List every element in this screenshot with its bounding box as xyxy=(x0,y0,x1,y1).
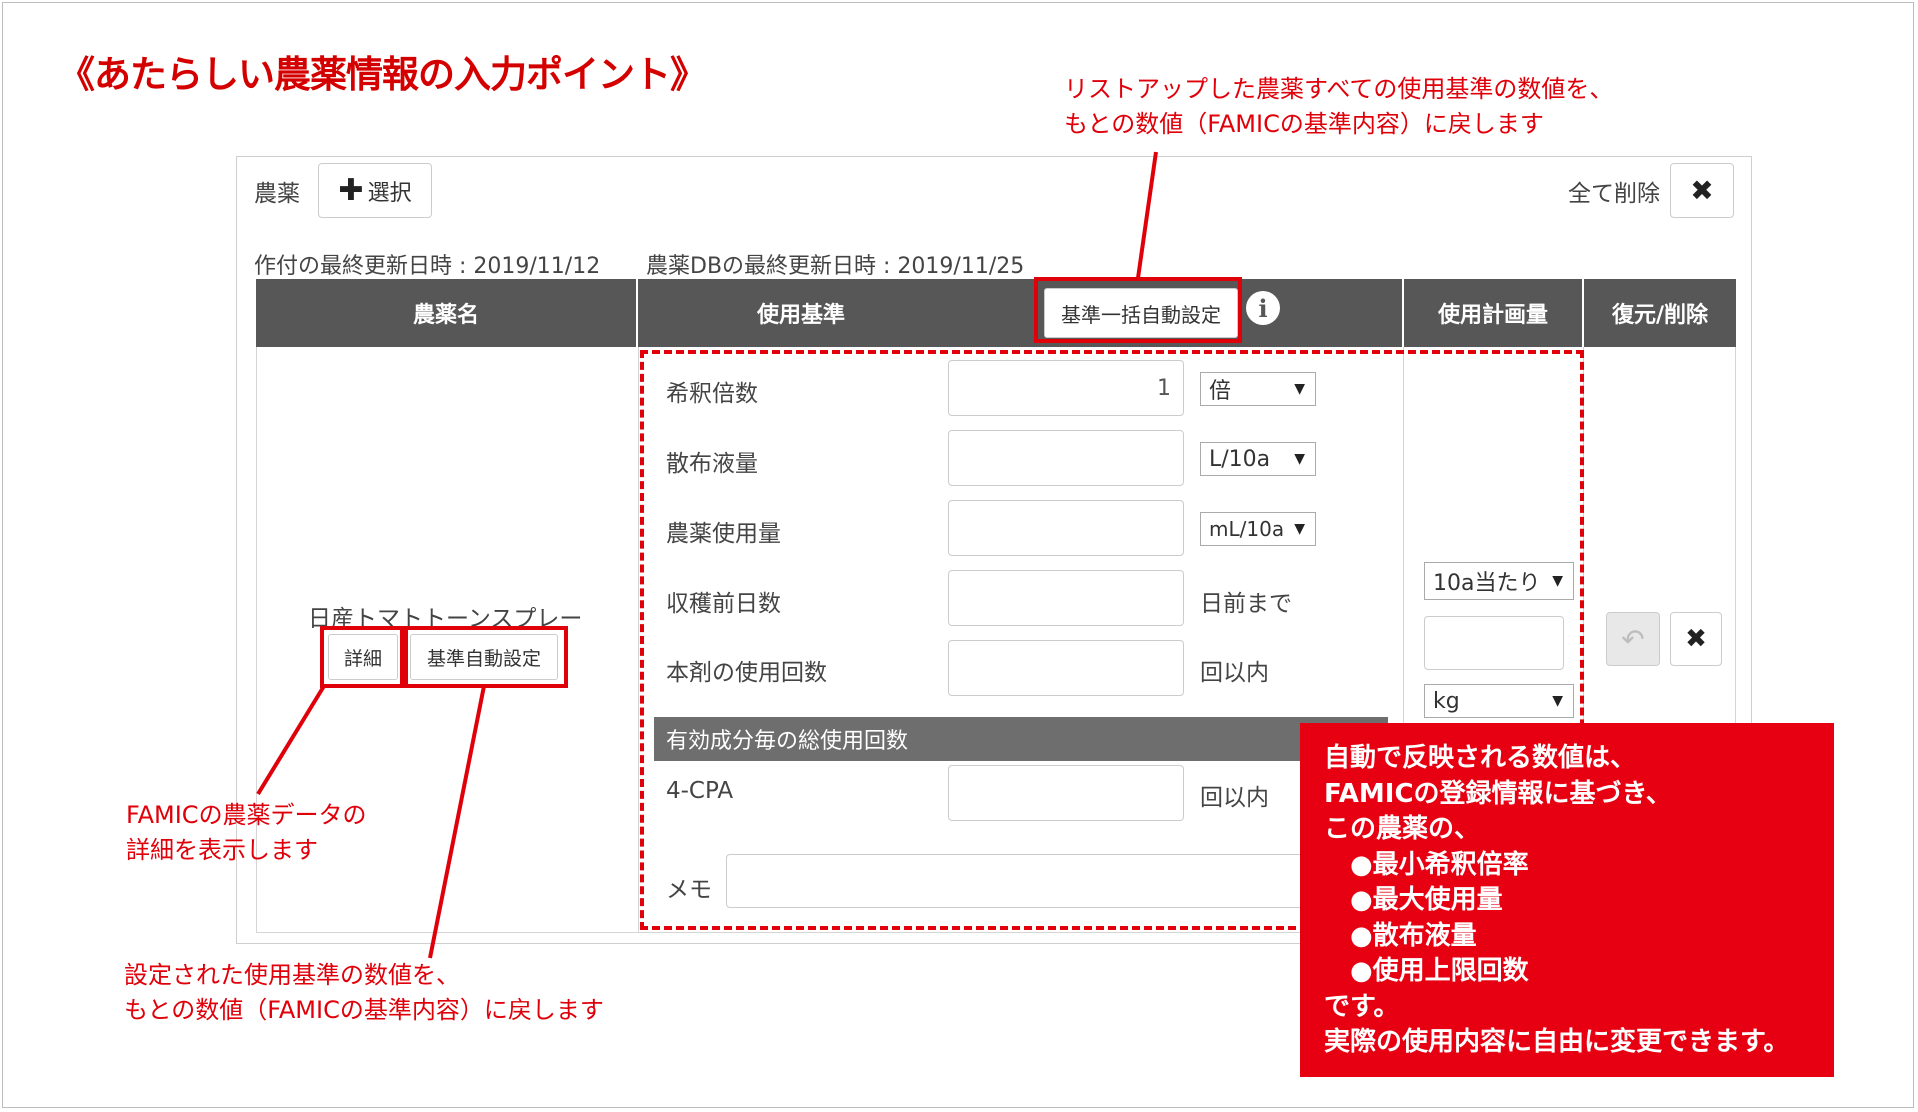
callout-auto-restore: 設定された使用基準の数値を、 もとの数値（FAMICの基準内容）に戻します xyxy=(124,958,604,1028)
infobox-line: です。 xyxy=(1324,991,1400,1022)
callout-auto-restore-line2: もとの数値（FAMICの基準内容）に戻します xyxy=(124,996,604,1024)
connector-bulk xyxy=(1136,151,1158,279)
infobox-line: ●最小希釈倍率 xyxy=(1324,849,1529,880)
callout-auto-restore-line1: 設定された使用基準の数値を、 xyxy=(124,961,460,989)
infobox-line: ●散布液量 xyxy=(1324,920,1477,951)
infobox-line: ●使用上限回数 xyxy=(1324,956,1529,986)
infobox-line: ●最大使用量 xyxy=(1324,885,1503,915)
connector-auto xyxy=(428,685,486,959)
infobox-line: FAMICの登録情報に基づき、 xyxy=(1324,778,1672,809)
callout-detail: FAMICの農薬データの 詳細を表示します xyxy=(126,798,367,868)
infobox-line: この農薬の、 xyxy=(1324,814,1481,844)
infobox-line: 自動で反映される数値は、 xyxy=(1324,743,1637,773)
infobox-line: 実際の使用内容に自由に変更できます。 xyxy=(1324,1027,1790,1057)
callout-detail-line2: 詳細を表示します xyxy=(126,836,318,864)
auto-values-infobox: 自動で反映される数値は、 FAMICの登録情報に基づき、 この農薬の、 ●最小希… xyxy=(1300,723,1834,1077)
connector-detail xyxy=(256,684,326,796)
callout-detail-line1: FAMICの農薬データの xyxy=(126,801,367,829)
